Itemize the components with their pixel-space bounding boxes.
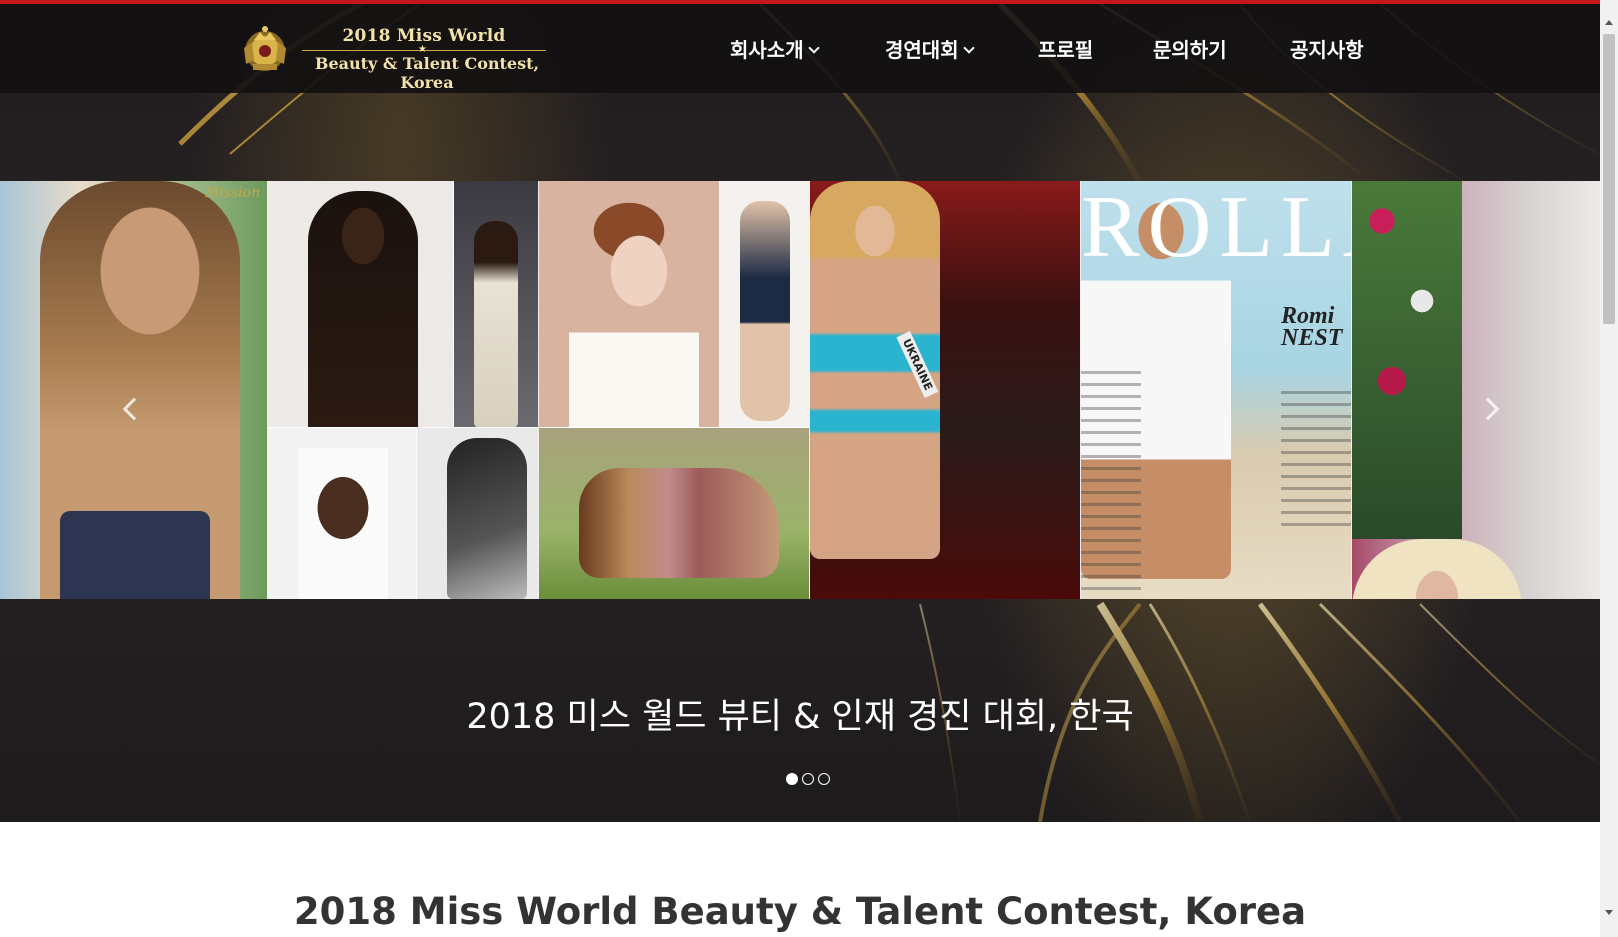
logo-title-line: 2018 Miss World bbox=[342, 26, 506, 46]
slide-photo: ROLLA Romi NEST bbox=[1081, 181, 1351, 599]
slide-photo: Mission bbox=[0, 181, 267, 599]
slider-dot-1[interactable] bbox=[786, 773, 798, 785]
chevron-down-icon bbox=[807, 42, 820, 54]
nav-item-contact[interactable]: 문의하기 bbox=[1153, 34, 1227, 63]
vertical-scrollbar[interactable] bbox=[1600, 0, 1618, 937]
nav-item-company[interactable]: 회사소개 bbox=[730, 34, 820, 63]
slider-dot-2[interactable] bbox=[802, 773, 814, 785]
slide-photo: UKRAINE bbox=[810, 181, 1080, 599]
site-header: 2018 Miss World ★ Beauty & Talent Contes… bbox=[0, 4, 1600, 93]
scroll-up-arrow-icon[interactable] bbox=[1605, 20, 1613, 25]
nav-item-label: 문의하기 bbox=[1153, 38, 1227, 62]
nav-item-label: 공지사항 bbox=[1290, 38, 1364, 62]
nav-item-contest[interactable]: 경연대회 bbox=[885, 34, 975, 63]
logo-subtitle-line: Beauty & Talent Contest, Korea bbox=[314, 54, 540, 92]
nav-item-label: 회사소개 bbox=[730, 38, 804, 62]
site-logo[interactable]: 2018 Miss World ★ Beauty & Talent Contes… bbox=[236, 18, 566, 92]
nav-item-label: 경연대회 bbox=[885, 38, 959, 62]
corner-badge: Mission bbox=[205, 185, 261, 201]
page-title: 2018 Miss World Beauty & Talent Contest,… bbox=[293, 890, 1307, 933]
nav-item-label: 프로필 bbox=[1038, 38, 1094, 62]
magazine-cover-name: Romi NEST bbox=[1281, 303, 1343, 351]
hero-slider: Mission UKRAINE ROLLA R bbox=[0, 181, 1600, 599]
scrollbar-thumb[interactable] bbox=[1603, 34, 1615, 324]
nav-item-notices[interactable]: 공지사항 bbox=[1290, 34, 1364, 63]
crest-emblem-icon bbox=[244, 26, 286, 71]
slider-caption: 2018 미스 월드 뷰티 & 인재 경진 대회, 한국 bbox=[466, 697, 1134, 737]
slide-photo bbox=[268, 181, 538, 599]
chevron-down-icon bbox=[962, 42, 975, 54]
magazine-title: ROLLA bbox=[1081, 181, 1351, 276]
slide-photo bbox=[539, 181, 809, 599]
slider-dot-3[interactable] bbox=[818, 773, 830, 785]
slide-photo bbox=[1352, 181, 1600, 599]
scroll-down-arrow-icon[interactable] bbox=[1605, 910, 1613, 915]
nav-item-profile[interactable]: 프로필 bbox=[1038, 34, 1093, 63]
